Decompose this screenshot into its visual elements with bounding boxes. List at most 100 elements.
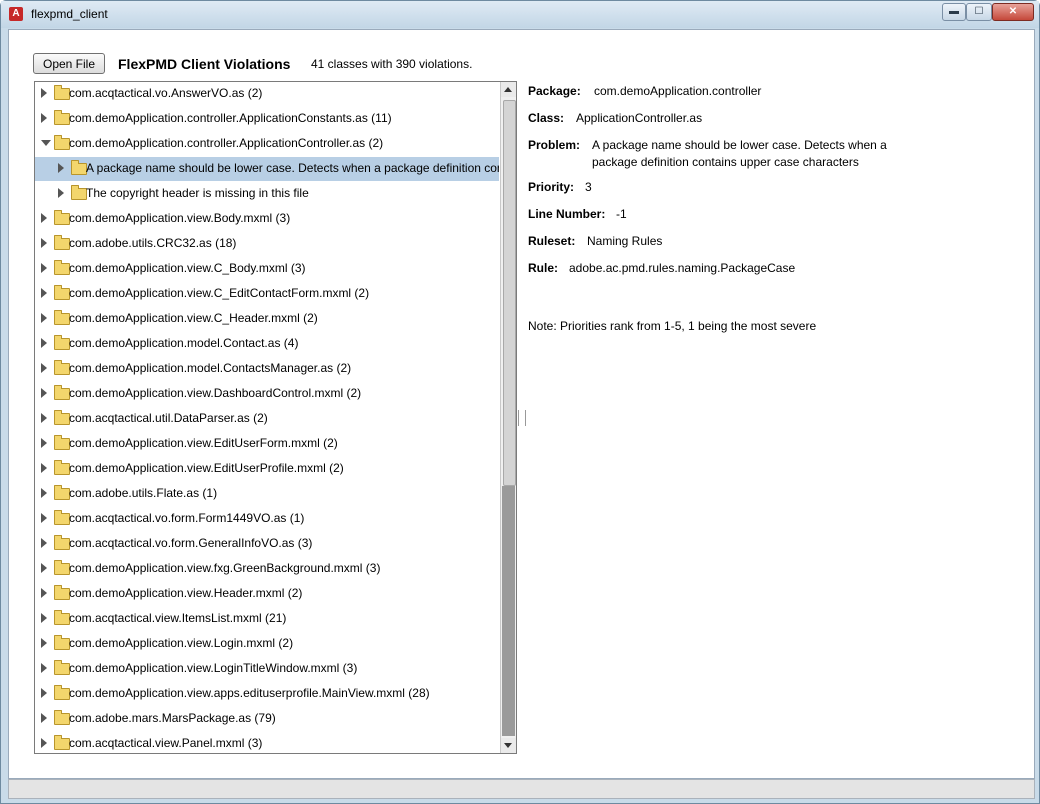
tree-row-label: A package name should be lower case. Det…	[86, 161, 499, 175]
tree-row-label: com.acqtactical.util.DataParser.as (2)	[69, 411, 268, 425]
tree-class-row[interactable]: com.demoApplication.controller.Applicati…	[35, 132, 499, 156]
tree-class-row[interactable]: com.demoApplication.view.EditUserProfile…	[35, 457, 499, 481]
expand-arrow-icon[interactable]	[41, 338, 47, 348]
pane-splitter-handle[interactable]	[518, 410, 526, 426]
tree-row-label: com.demoApplication.controller.Applicati…	[69, 111, 392, 125]
expand-arrow-icon[interactable]	[41, 588, 47, 598]
expand-arrow-icon[interactable]	[41, 438, 47, 448]
close-button[interactable]: ✕	[992, 3, 1034, 21]
scroll-up-arrow-icon[interactable]	[501, 82, 516, 97]
open-file-button[interactable]: Open File	[33, 53, 105, 74]
expand-arrow-icon[interactable]	[41, 388, 47, 398]
tree-row-label: com.adobe.utils.Flate.as (1)	[69, 486, 218, 500]
tree-class-row[interactable]: com.demoApplication.view.fxg.GreenBackgr…	[35, 557, 499, 581]
tree-class-row[interactable]: com.demoApplication.view.Body.mxml (3)	[35, 207, 499, 231]
app-window: A flexpmd_client ▬ ☐ ✕ Open File FlexPMD…	[0, 0, 1040, 804]
window-title: flexpmd_client	[31, 7, 108, 21]
scroll-down-arrow-icon[interactable]	[501, 738, 516, 753]
adobe-air-icon: A	[9, 7, 23, 21]
tree-row-label: com.demoApplication.view.C_EditContactFo…	[69, 286, 370, 300]
tree-class-row[interactable]: com.acqtactical.view.ItemsList.mxml (21)	[35, 607, 499, 631]
tree-class-row[interactable]: com.acqtactical.vo.form.Form1449VO.as (1…	[35, 507, 499, 531]
violation-summary: 41 classes with 390 violations.	[311, 57, 473, 71]
expand-arrow-icon[interactable]	[41, 113, 47, 123]
rule-value: adobe.ac.pmd.rules.naming.PackageCase	[569, 261, 796, 275]
folder-icon	[54, 335, 70, 350]
tree-row-label: com.demoApplication.view.Header.mxml (2)	[69, 586, 303, 600]
tree-class-row[interactable]: com.demoApplication.model.ContactsManage…	[35, 357, 499, 381]
expand-arrow-icon[interactable]	[41, 688, 47, 698]
expand-arrow-icon[interactable]	[41, 513, 47, 523]
folder-icon	[54, 685, 70, 700]
tree-class-row[interactable]: com.demoApplication.view.DashboardContro…	[35, 382, 499, 406]
tree-class-row[interactable]: com.demoApplication.view.Header.mxml (2)	[35, 582, 499, 606]
tree-class-row[interactable]: com.demoApplication.view.C_Header.mxml (…	[35, 307, 499, 331]
expand-arrow-icon[interactable]	[41, 713, 47, 723]
title-bar[interactable]: A flexpmd_client ▬ ☐ ✕	[1, 1, 1039, 28]
expand-arrow-icon[interactable]	[41, 563, 47, 573]
expand-arrow-icon[interactable]	[41, 363, 47, 373]
folder-icon	[54, 360, 70, 375]
line-number-value: -1	[616, 207, 627, 221]
expand-arrow-icon[interactable]	[41, 238, 47, 248]
tree-row-label: com.demoApplication.view.LoginTitleWindo…	[69, 661, 358, 675]
tree-class-row[interactable]: com.adobe.utils.Flate.as (1)	[35, 482, 499, 506]
folder-icon	[54, 85, 70, 100]
folder-icon	[54, 510, 70, 525]
expand-arrow-icon[interactable]	[41, 613, 47, 623]
client-area: Open File FlexPMD Client Violations 41 c…	[8, 29, 1035, 779]
tree-class-row[interactable]: com.adobe.mars.MarsPackage.as (79)	[35, 707, 499, 731]
expand-arrow-icon[interactable]	[58, 188, 64, 198]
tree-class-row[interactable]: com.demoApplication.view.LoginTitleWindo…	[35, 657, 499, 681]
tree-row-label: com.demoApplication.view.Login.mxml (2)	[69, 636, 294, 650]
tree-class-row[interactable]: com.demoApplication.view.EditUserForm.mx…	[35, 432, 499, 456]
tree-class-row[interactable]: com.acqtactical.view.Panel.mxml (3)	[35, 732, 499, 753]
tree-violation-row[interactable]: A package name should be lower case. Det…	[35, 157, 499, 181]
tree-class-row[interactable]: com.acqtactical.vo.AnswerVO.as (2)	[35, 82, 499, 106]
tree-class-row[interactable]: com.demoApplication.view.C_Body.mxml (3)	[35, 257, 499, 281]
expand-arrow-icon[interactable]	[41, 88, 47, 98]
tree-class-row[interactable]: com.adobe.utils.CRC32.as (18)	[35, 232, 499, 256]
collapse-arrow-icon[interactable]	[41, 140, 51, 146]
tree-class-row[interactable]: com.acqtactical.util.DataParser.as (2)	[35, 407, 499, 431]
expand-arrow-icon[interactable]	[41, 263, 47, 273]
line-number-key: Line Number:	[528, 207, 606, 221]
expand-arrow-icon[interactable]	[41, 463, 47, 473]
folder-icon	[54, 410, 70, 425]
expand-arrow-icon[interactable]	[41, 213, 47, 223]
expand-arrow-icon[interactable]	[41, 663, 47, 673]
expand-arrow-icon[interactable]	[41, 488, 47, 498]
class-value: ApplicationController.as	[576, 111, 703, 125]
minimize-button[interactable]: ▬	[942, 3, 966, 21]
folder-icon	[54, 135, 70, 150]
tree-row-label: com.demoApplication.view.C_Header.mxml (…	[69, 311, 318, 325]
expand-arrow-icon[interactable]	[41, 538, 47, 548]
tree-scrollbar[interactable]	[500, 82, 516, 753]
tree-row-label: com.demoApplication.view.EditUserForm.mx…	[69, 436, 338, 450]
tree-row-label: com.demoApplication.model.Contact.as (4)	[69, 336, 299, 350]
folder-icon	[54, 635, 70, 650]
tree-class-row[interactable]: com.demoApplication.view.Login.mxml (2)	[35, 632, 499, 656]
folder-icon	[54, 485, 70, 500]
scroll-thumb[interactable]	[503, 100, 516, 486]
tree-class-row[interactable]: com.demoApplication.view.C_EditContactFo…	[35, 282, 499, 306]
folder-icon	[54, 285, 70, 300]
tree-class-row[interactable]: com.acqtactical.vo.form.GeneralInfoVO.as…	[35, 532, 499, 556]
expand-arrow-icon[interactable]	[41, 313, 47, 323]
maximize-button[interactable]: ☐	[966, 3, 992, 21]
folder-icon	[54, 210, 70, 225]
violations-tree[interactable]: com.acqtactical.vo.AnswerVO.as (2) com.de…	[34, 81, 517, 754]
tree-violation-row[interactable]: The copyright header is missing in this …	[35, 182, 499, 206]
expand-arrow-icon[interactable]	[41, 638, 47, 648]
scroll-track[interactable]	[502, 486, 515, 736]
expand-arrow-icon[interactable]	[58, 163, 64, 173]
tree-class-row[interactable]: com.demoApplication.model.Contact.as (4)	[35, 332, 499, 356]
expand-arrow-icon[interactable]	[41, 413, 47, 423]
problem-value-line1: A package name should be lower case. Det…	[592, 138, 887, 152]
expand-arrow-icon[interactable]	[41, 288, 47, 298]
tree-row-label: com.demoApplication.view.fxg.GreenBackgr…	[69, 561, 381, 575]
folder-icon	[54, 260, 70, 275]
tree-class-row[interactable]: com.demoApplication.controller.Applicati…	[35, 107, 499, 131]
expand-arrow-icon[interactable]	[41, 738, 47, 748]
tree-class-row[interactable]: com.demoApplication.view.apps.edituserpr…	[35, 682, 499, 706]
